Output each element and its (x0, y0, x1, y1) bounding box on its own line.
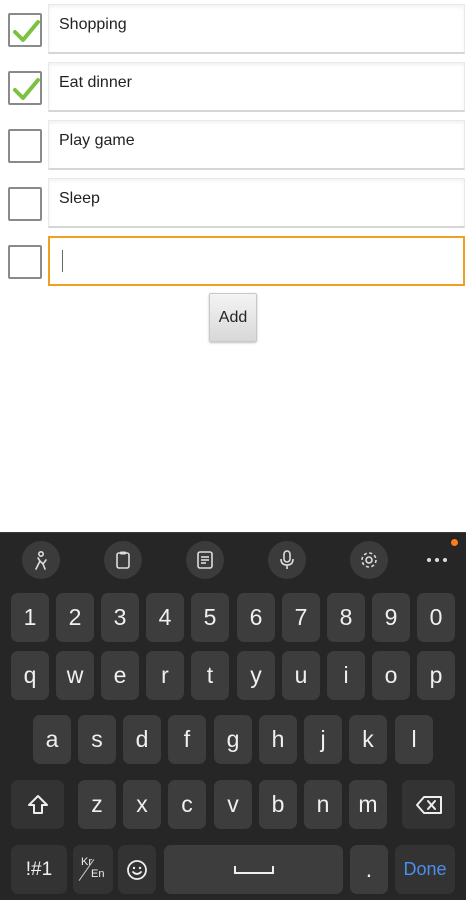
language-key[interactable]: Kr En (73, 845, 113, 894)
key-9[interactable]: 9 (372, 593, 410, 642)
key-8[interactable]: 8 (327, 593, 365, 642)
key-i[interactable]: i (327, 651, 365, 700)
language-switch-icon: Kr En (78, 855, 108, 885)
key-1[interactable]: 1 (11, 593, 49, 642)
notification-dot (451, 539, 458, 546)
todo-row: Sleep (0, 178, 466, 230)
todo-row: Eat dinner (0, 62, 466, 114)
key-5[interactable]: 5 (191, 593, 229, 642)
key-m[interactable]: m (349, 780, 387, 829)
key-k[interactable]: k (349, 715, 387, 764)
add-button[interactable]: Add (209, 293, 257, 342)
checkmark-icon (13, 78, 40, 100)
period-key[interactable]: . (350, 845, 388, 894)
emoji-key[interactable] (118, 845, 156, 894)
key-y[interactable]: y (237, 651, 275, 700)
todo-app: Shopping Eat dinner Play game Sleep Add (0, 0, 466, 532)
text-caret (62, 250, 63, 272)
sticker-icon[interactable] (22, 541, 60, 579)
key-4[interactable]: 4 (146, 593, 184, 642)
keyboard-toolbar (0, 532, 466, 584)
backspace-key[interactable] (402, 780, 455, 829)
key-t[interactable]: t (191, 651, 229, 700)
key-7[interactable]: 7 (282, 593, 320, 642)
keyboard-mode-icon[interactable] (186, 541, 224, 579)
key-r[interactable]: r (146, 651, 184, 700)
key-2[interactable]: 2 (56, 593, 94, 642)
key-d[interactable]: d (123, 715, 161, 764)
new-todo-input[interactable] (48, 236, 465, 286)
todo-checkbox[interactable] (8, 129, 42, 163)
todo-checkbox[interactable] (8, 13, 42, 47)
key-f[interactable]: f (168, 715, 206, 764)
more-icon[interactable] (422, 541, 452, 579)
key-w[interactable]: w (56, 651, 94, 700)
space-icon (233, 865, 274, 874)
checkmark-icon (13, 20, 40, 42)
key-e[interactable]: e (101, 651, 139, 700)
backspace-icon (415, 795, 442, 814)
language-bottom-label: En (91, 867, 105, 880)
key-b[interactable]: b (259, 780, 297, 829)
todo-checkbox[interactable] (8, 187, 42, 221)
key-3[interactable]: 3 (101, 593, 139, 642)
todo-text-field[interactable]: Shopping (48, 4, 465, 54)
key-p[interactable]: p (417, 651, 455, 700)
key-c[interactable]: c (168, 780, 206, 829)
key-s[interactable]: s (78, 715, 116, 764)
key-0[interactable]: 0 (417, 593, 455, 642)
key-o[interactable]: o (372, 651, 410, 700)
todo-row: Play game (0, 120, 466, 172)
key-j[interactable]: j (304, 715, 342, 764)
settings-icon[interactable] (350, 541, 388, 579)
todo-row: Shopping (0, 4, 466, 56)
key-n[interactable]: n (304, 780, 342, 829)
key-g[interactable]: g (214, 715, 252, 764)
key-a[interactable]: a (33, 715, 71, 764)
key-6[interactable]: 6 (237, 593, 275, 642)
key-u[interactable]: u (282, 651, 320, 700)
todo-text-field[interactable]: Sleep (48, 178, 465, 228)
emoji-icon (127, 859, 147, 880)
todo-text-field[interactable]: Eat dinner (48, 62, 465, 112)
space-key[interactable] (164, 845, 343, 894)
key-h[interactable]: h (259, 715, 297, 764)
clipboard-icon[interactable] (104, 541, 142, 579)
key-l[interactable]: l (395, 715, 433, 764)
key-q[interactable]: q (11, 651, 49, 700)
todo-text-field[interactable]: Play game (48, 120, 465, 170)
shift-icon (27, 794, 48, 814)
microphone-icon[interactable] (268, 541, 306, 579)
key-z[interactable]: z (78, 780, 116, 829)
todo-checkbox[interactable] (8, 71, 42, 105)
new-todo-row (0, 236, 466, 288)
soft-keyboard: 1 2 3 4 5 6 7 8 9 0 q w e r t y u i o p … (0, 532, 466, 900)
symbols-key[interactable]: !#1 (11, 845, 67, 894)
key-v[interactable]: v (214, 780, 252, 829)
key-x[interactable]: x (123, 780, 161, 829)
shift-key[interactable] (11, 780, 64, 829)
done-key[interactable]: Done (395, 845, 455, 894)
new-todo-checkbox[interactable] (8, 245, 42, 279)
